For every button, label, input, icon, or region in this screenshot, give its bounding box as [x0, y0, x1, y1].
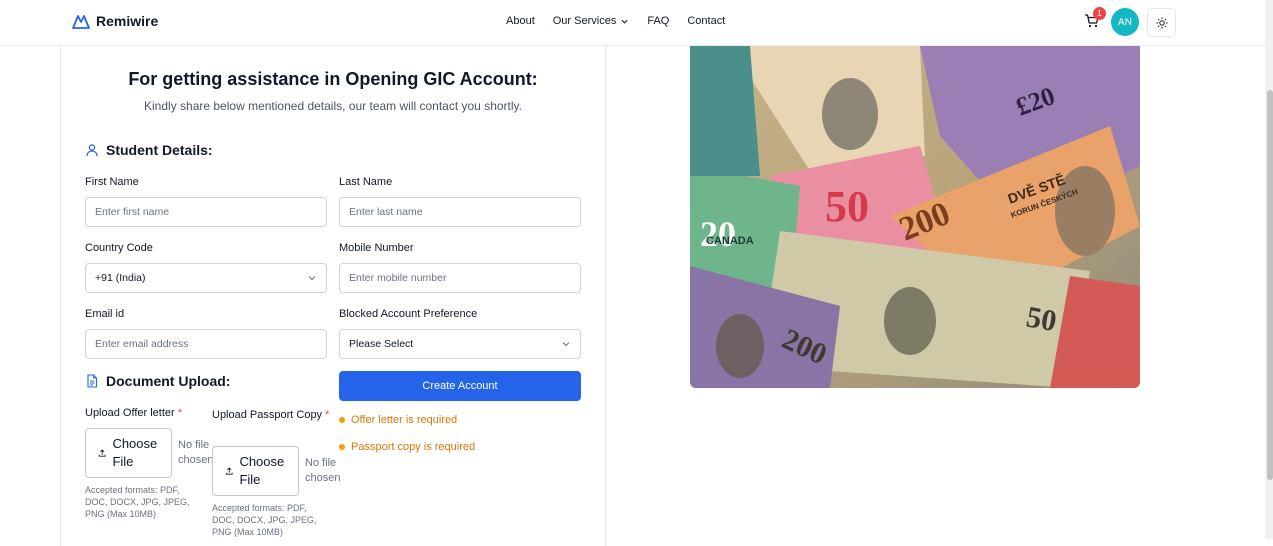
passport-error-text: Passport copy is required — [351, 441, 476, 453]
theme-toggle-button[interactable] — [1147, 8, 1176, 37]
document-upload-title: Document Upload: — [106, 373, 231, 389]
user-icon — [86, 144, 98, 157]
nav-about[interactable]: About — [506, 15, 535, 27]
last-name-input[interactable]: Enter last name — [339, 197, 581, 227]
note-50-usd: 50 — [1024, 300, 1059, 338]
offer-letter-label: Upload Offer letter * — [85, 407, 182, 419]
chevron-down-icon — [621, 19, 628, 24]
sun-icon — [1156, 17, 1167, 28]
passport-label: Upload Passport Copy * — [212, 407, 330, 424]
passport-format-hint: Accepted formats: PDF, DOC, DOCX, JPG, J… — [212, 503, 317, 537]
passport-label-text: Upload Passport Copy — [212, 409, 323, 421]
nav-contact[interactable]: Contact — [687, 15, 725, 27]
blocked-account-select[interactable]: Please Select — [339, 329, 581, 359]
passport-file-status: No file chosen — [305, 457, 341, 484]
required-marker: * — [177, 407, 183, 419]
note-50-red: 50 — [825, 182, 869, 231]
offer-letter-choose-file-button[interactable]: Choose File — [85, 428, 172, 478]
passport-choose-file-label: Choose File — [239, 454, 285, 487]
student-details-title: Student Details: — [106, 142, 213, 158]
upload-icon — [98, 449, 106, 457]
nav-our-services[interactable]: Our Services — [553, 15, 630, 27]
create-account-button[interactable]: Create Account — [339, 371, 581, 401]
blocked-account-value: Please Select — [349, 338, 414, 350]
nav-faq[interactable]: FAQ — [647, 15, 669, 27]
mobile-number-input[interactable]: Enter mobile number — [339, 263, 581, 293]
document-upload-heading: Document Upload: — [85, 373, 230, 389]
upload-icon — [225, 467, 233, 475]
brand-name: Remiwire — [96, 13, 159, 29]
logo-mountain-icon — [72, 15, 90, 29]
country-code-label: Country Code — [85, 242, 153, 254]
form-title: For getting assistance in Opening GIC Ac… — [128, 69, 538, 89]
cart-count-badge: 1 — [1093, 7, 1106, 20]
currency-collage-graphic: 20 50 200 200 50 £20 CANADA DVĚ STĚ KORU… — [690, 46, 1140, 388]
note-20-green: 20 — [700, 214, 736, 254]
chevron-down-icon — [308, 276, 316, 281]
first-name-label: First Name — [85, 176, 139, 188]
error-dot-icon — [339, 444, 345, 450]
queen-portrait — [822, 78, 878, 150]
mobile-number-label: Mobile Number — [339, 242, 414, 254]
canada-text: CANADA — [706, 235, 754, 247]
required-marker: * — [325, 409, 330, 421]
last-name-label: Last Name — [339, 176, 393, 188]
student-details-heading: Student Details: — [85, 142, 213, 158]
top-header: Remiwire About Our Services FAQ Contact … — [0, 0, 1265, 46]
email-label: Email id — [85, 308, 125, 320]
country-code-select[interactable]: +91 (India) — [85, 263, 327, 293]
offer-letter-choose-file-label: Choose File — [112, 436, 158, 469]
main-nav: About Our Services FAQ Contact — [506, 15, 725, 27]
user-avatar[interactable]: AN — [1111, 8, 1139, 36]
error-dot-icon — [339, 417, 345, 423]
country-code-value: +91 (India) — [95, 272, 146, 284]
currency-notes-image: 20 50 200 200 50 £20 CANADA DVĚ STĚ KORU… — [690, 46, 1140, 388]
chevron-down-icon — [562, 342, 570, 347]
offer-letter-error-text: Offer letter is required — [351, 414, 458, 426]
form-subtitle: Kindly share below mentioned details, ou… — [144, 99, 522, 113]
offer-letter-format-hint: Accepted formats: PDF, DOC, DOCX, JPG, J… — [85, 485, 190, 519]
first-name-input[interactable]: Enter first name — [85, 197, 327, 227]
email-input[interactable]: Enter email address — [85, 329, 327, 359]
passport-error: Passport copy is required — [339, 441, 475, 453]
offer-letter-label-text: Upload Offer letter — [85, 407, 175, 419]
brand-logo[interactable]: Remiwire — [72, 13, 158, 29]
nav-our-services-label: Our Services — [552, 15, 617, 27]
passport-choose-file-button[interactable]: Choose File — [212, 446, 299, 496]
offer-letter-error: Offer letter is required — [339, 414, 457, 426]
document-icon — [87, 374, 98, 388]
blocked-account-label: Blocked Account Preference — [339, 308, 478, 320]
page-scrollbar-thumb[interactable] — [1267, 90, 1273, 480]
